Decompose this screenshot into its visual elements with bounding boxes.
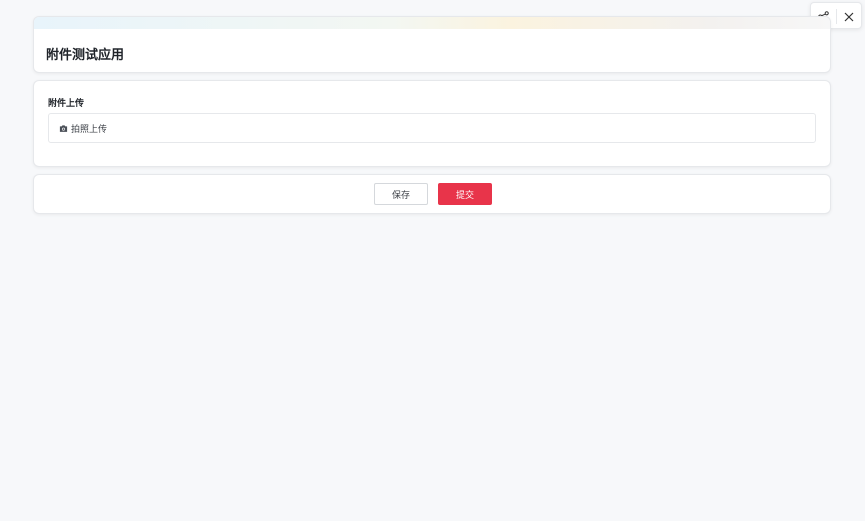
save-button[interactable]: 保存 bbox=[374, 183, 428, 205]
form-card: 附件上传 拍照上传 bbox=[33, 80, 831, 167]
submit-button[interactable]: 提交 bbox=[438, 183, 492, 205]
close-button[interactable] bbox=[836, 3, 861, 30]
page: 附件测试应用 附件上传 拍照上传 保存 提交 bbox=[0, 0, 865, 521]
photo-upload-label: 拍照上传 bbox=[71, 124, 108, 135]
action-bar: 保存 提交 bbox=[33, 174, 831, 214]
attachment-field-label: 附件上传 bbox=[48, 99, 85, 109]
camera-icon bbox=[59, 124, 68, 132]
header-gradient bbox=[34, 17, 830, 29]
page-title: 附件测试应用 bbox=[46, 48, 125, 63]
photo-upload-button[interactable]: 拍照上传 bbox=[48, 113, 816, 143]
title-card: 附件测试应用 bbox=[33, 16, 831, 73]
close-icon bbox=[844, 12, 854, 21]
